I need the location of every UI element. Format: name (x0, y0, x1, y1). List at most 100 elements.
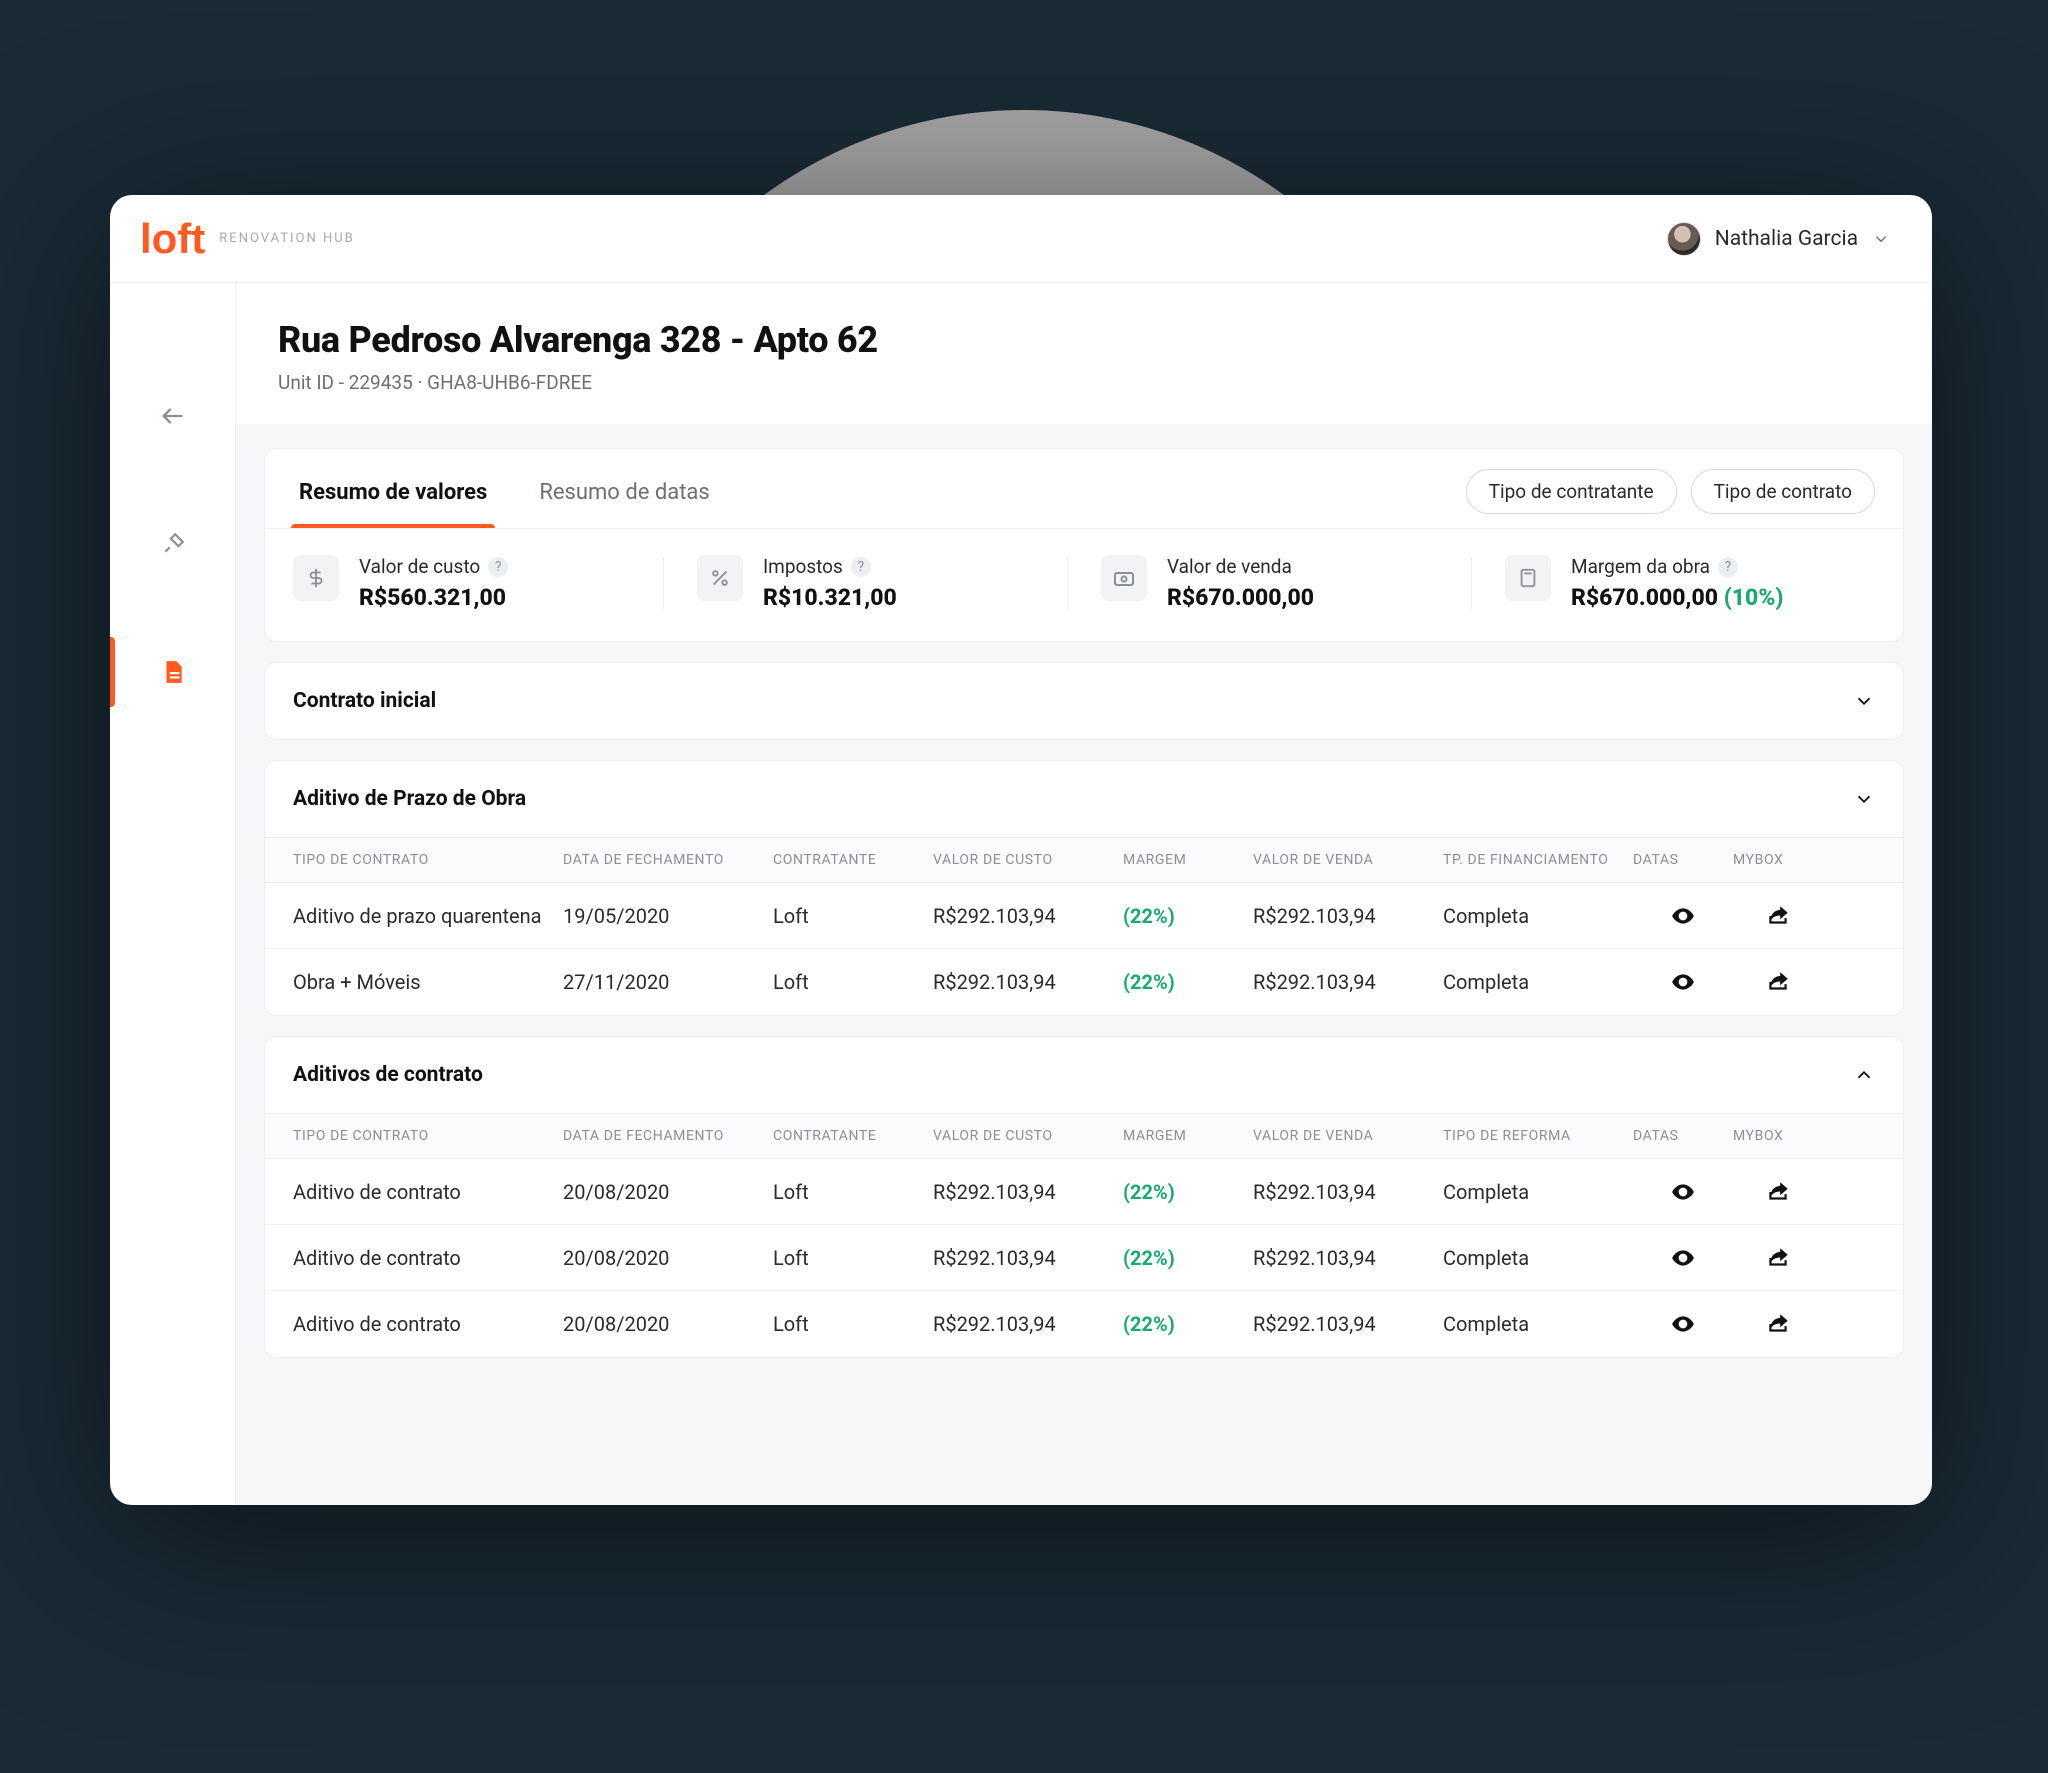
cell-type: Aditivo de contrato (293, 1180, 563, 1204)
help-icon[interactable]: ? (851, 557, 871, 577)
cell-fin: Completa (1443, 970, 1633, 994)
tools-icon (160, 531, 186, 557)
view-dates-button[interactable] (1633, 1179, 1733, 1205)
metric-tax-label: Impostos (763, 555, 843, 578)
cell-fin: Completa (1443, 1312, 1633, 1336)
help-icon[interactable]: ? (488, 557, 508, 577)
cell-party: Loft (773, 904, 933, 928)
topbar: loft RENOVATION HUB Nathalia Garcia (110, 195, 1932, 283)
filter-contrato[interactable]: Tipo de contrato (1691, 469, 1875, 514)
cell-type: Aditivo de contrato (293, 1312, 563, 1336)
cell-margin: (22%) (1123, 904, 1253, 928)
cell-fin: Completa (1443, 1246, 1633, 1270)
share-icon (1765, 1245, 1791, 1271)
chevron-down-icon (1872, 230, 1890, 248)
col: CONTRATANTE (773, 1128, 933, 1144)
eye-icon (1670, 1245, 1696, 1271)
calculator-icon (1505, 555, 1551, 601)
metric-sale-label: Valor de venda (1167, 555, 1292, 578)
chevron-down-icon (1853, 788, 1875, 810)
cell-sale: R$292.103,94 (1253, 1312, 1443, 1336)
filter-contratante[interactable]: Tipo de contratante (1466, 469, 1677, 514)
cell-cost: R$292.103,94 (933, 970, 1123, 994)
mybox-share-button[interactable] (1733, 903, 1823, 929)
cell-cost: R$292.103,94 (933, 1312, 1123, 1336)
metric-margin-pct: (10%) (1724, 584, 1784, 611)
view-dates-button[interactable] (1633, 903, 1733, 929)
metric-tax: Impostos? R$10.321,00 (663, 555, 1067, 611)
section-aditivo-prazo: Aditivo de Prazo de Obra TIPO DE CONTRAT… (264, 760, 1904, 1016)
cell-party: Loft (773, 1180, 933, 1204)
sidebar-back[interactable] (152, 395, 194, 437)
brand-subtitle: RENOVATION HUB (219, 231, 354, 246)
cell-cost: R$292.103,94 (933, 904, 1123, 928)
cell-sale: R$292.103,94 (1253, 970, 1443, 994)
cell-margin: (22%) (1123, 1180, 1253, 1204)
view-dates-button[interactable] (1633, 969, 1733, 995)
document-icon (160, 659, 186, 685)
col: TP. DE FINANCIAMENTO (1443, 852, 1633, 868)
cell-sale: R$292.103,94 (1253, 904, 1443, 928)
user-menu[interactable]: Nathalia Garcia (1667, 222, 1890, 256)
sidebar-contracts[interactable] (152, 651, 194, 693)
view-dates-button[interactable] (1633, 1311, 1733, 1337)
col: DATAS (1633, 852, 1733, 868)
expand-toggle[interactable] (1853, 1064, 1875, 1086)
share-icon (1765, 1311, 1791, 1337)
col: VALOR DE CUSTO (933, 1128, 1123, 1144)
col: DATA DE FECHAMENTO (563, 1128, 773, 1144)
col: MYBOX (1733, 852, 1823, 868)
col: TIPO DE CONTRATO (293, 1128, 563, 1144)
section-contrato-inicial: Contrato inicial (264, 662, 1904, 740)
cell-fin: Completa (1443, 904, 1633, 928)
cell-type: Aditivo de contrato (293, 1246, 563, 1270)
cell-date: 20/08/2020 (563, 1180, 773, 1204)
cell-date: 20/08/2020 (563, 1246, 773, 1270)
col: MARGEM (1123, 852, 1253, 868)
eye-icon (1670, 1179, 1696, 1205)
cell-date: 20/08/2020 (563, 1312, 773, 1336)
table-row: Aditivo de prazo quarentena19/05/2020Lof… (265, 883, 1903, 949)
col: TIPO DE REFORMA (1443, 1128, 1633, 1144)
col: MARGEM (1123, 1128, 1253, 1144)
logo: loft (140, 218, 205, 260)
metric-tax-value: R$10.321,00 (763, 584, 897, 611)
cell-cost: R$292.103,94 (933, 1246, 1123, 1270)
col: VALOR DE VENDA (1253, 1128, 1443, 1144)
cell-party: Loft (773, 1312, 933, 1336)
app-window: loft RENOVATION HUB Nathalia Garcia Rua … (110, 195, 1932, 1505)
help-icon[interactable]: ? (1718, 557, 1738, 577)
metric-cost: Valor de custo? R$560.321,00 (293, 555, 663, 611)
page-header: Rua Pedroso Alvarenga 328 - Apto 62 Unit… (236, 283, 1932, 424)
page-title: Rua Pedroso Alvarenga 328 - Apto 62 (278, 319, 1890, 361)
cell-party: Loft (773, 1246, 933, 1270)
cell-margin: (22%) (1123, 1312, 1253, 1336)
table-header: TIPO DE CONTRATO DATA DE FECHAMENTO CONT… (265, 1113, 1903, 1159)
tab-valores[interactable]: Resumo de valores (293, 470, 493, 527)
metric-margin: Margem da obra? R$670.000,00 (10%) (1471, 555, 1875, 611)
col: VALOR DE VENDA (1253, 852, 1443, 868)
dollar-icon (293, 555, 339, 601)
sidebar-tools[interactable] (152, 523, 194, 565)
metric-sale-value: R$670.000,00 (1167, 584, 1314, 611)
eye-icon (1670, 903, 1696, 929)
mybox-share-button[interactable] (1733, 1179, 1823, 1205)
section-title: Contrato inicial (293, 689, 436, 713)
brand: loft RENOVATION HUB (140, 218, 355, 260)
mybox-share-button[interactable] (1733, 1311, 1823, 1337)
expand-toggle[interactable] (1853, 690, 1875, 712)
view-dates-button[interactable] (1633, 1245, 1733, 1271)
cell-margin: (22%) (1123, 970, 1253, 994)
cell-margin: (22%) (1123, 1246, 1253, 1270)
expand-toggle[interactable] (1853, 788, 1875, 810)
col: DATAS (1633, 1128, 1733, 1144)
share-icon (1765, 969, 1791, 995)
eye-icon (1670, 1311, 1696, 1337)
mybox-share-button[interactable] (1733, 969, 1823, 995)
table-row: Aditivo de contrato20/08/2020LoftR$292.1… (265, 1291, 1903, 1357)
chevron-up-icon (1853, 1064, 1875, 1086)
cash-icon (1101, 555, 1147, 601)
tab-datas[interactable]: Resumo de datas (533, 470, 715, 527)
mybox-share-button[interactable] (1733, 1245, 1823, 1271)
main: Rua Pedroso Alvarenga 328 - Apto 62 Unit… (236, 283, 1932, 1505)
